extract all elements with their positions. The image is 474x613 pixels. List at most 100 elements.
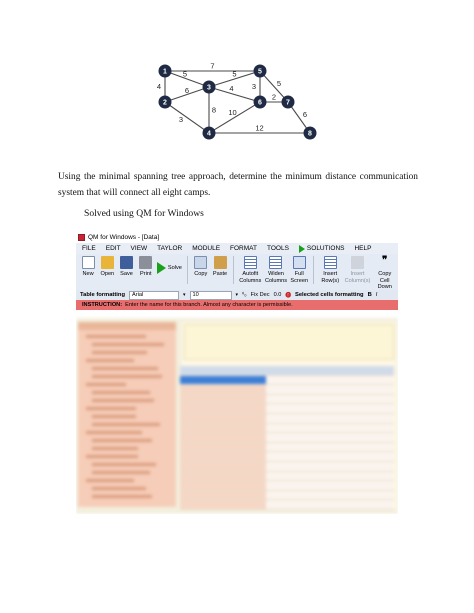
- table-cell[interactable]: [180, 375, 266, 385]
- menu-edit[interactable]: EDIT: [106, 245, 121, 252]
- widen-columns-button[interactable]: Widen Columns: [265, 256, 288, 284]
- tree-item[interactable]: [86, 455, 138, 458]
- table-cell[interactable]: [350, 423, 394, 433]
- table-cell[interactable]: [308, 394, 350, 404]
- table-cell[interactable]: [350, 471, 394, 481]
- table-cell[interactable]: [180, 366, 266, 375]
- table-cell[interactable]: [180, 471, 266, 481]
- table-row[interactable]: [180, 471, 394, 482]
- table-cell[interactable]: [266, 404, 308, 413]
- menu-module[interactable]: MODULE: [192, 245, 220, 252]
- table-cell[interactable]: [308, 481, 350, 490]
- table-cell[interactable]: [266, 375, 308, 385]
- table-cell[interactable]: [266, 385, 308, 394]
- table-row[interactable]: [180, 385, 394, 395]
- table-cell[interactable]: [308, 413, 350, 423]
- table-cell[interactable]: [308, 461, 350, 471]
- italic-button[interactable]: I: [376, 292, 378, 298]
- table-cell[interactable]: [308, 433, 350, 442]
- table-cell[interactable]: [180, 413, 266, 423]
- tree-item[interactable]: [92, 415, 136, 418]
- copy-cell-down-button[interactable]: ❞ Copy Cell Down: [373, 256, 396, 291]
- table-cell[interactable]: [180, 461, 266, 471]
- table-cell[interactable]: [308, 366, 350, 375]
- new-button[interactable]: New: [80, 256, 96, 278]
- table-cell[interactable]: [266, 452, 308, 461]
- table-cell[interactable]: [308, 500, 350, 509]
- table-row[interactable]: [180, 461, 394, 472]
- table-row[interactable]: [180, 442, 394, 453]
- table-cell[interactable]: [180, 404, 266, 413]
- font-size-select[interactable]: 10: [189, 290, 232, 300]
- table-cell[interactable]: [350, 500, 394, 509]
- menu-file[interactable]: FILE: [82, 245, 96, 252]
- tree-item[interactable]: [92, 487, 146, 490]
- table-cell[interactable]: [350, 490, 394, 500]
- insert-columns-button[interactable]: Insert Column(s): [345, 256, 370, 284]
- tree-item[interactable]: [92, 375, 162, 378]
- table-cell[interactable]: [308, 471, 350, 481]
- table-cell[interactable]: [350, 385, 394, 394]
- tree-item[interactable]: [86, 431, 142, 434]
- table-cell[interactable]: [266, 500, 308, 509]
- table-row[interactable]: [180, 423, 394, 434]
- tree-item[interactable]: [86, 479, 134, 482]
- table-cell[interactable]: [266, 471, 308, 481]
- table-cell[interactable]: [266, 490, 308, 500]
- table-cell[interactable]: [266, 366, 308, 375]
- table-cell[interactable]: [266, 481, 308, 490]
- table-cell[interactable]: [266, 413, 308, 423]
- table-cell[interactable]: [350, 366, 394, 375]
- tree-item[interactable]: [92, 439, 152, 442]
- table-cell[interactable]: [308, 375, 350, 385]
- bold-button[interactable]: B: [368, 292, 372, 298]
- table-cell[interactable]: [180, 452, 266, 461]
- font-select[interactable]: Arial: [128, 290, 179, 300]
- tree-item[interactable]: [86, 335, 146, 338]
- table-cell[interactable]: [266, 461, 308, 471]
- table-cell[interactable]: [350, 375, 394, 385]
- table-cell[interactable]: [350, 404, 394, 413]
- full-screen-button[interactable]: Full Screen: [290, 256, 308, 284]
- table-cell[interactable]: [180, 433, 266, 442]
- copy-button[interactable]: Copy: [193, 256, 209, 278]
- table-cell[interactable]: [266, 394, 308, 404]
- table-cell[interactable]: [350, 481, 394, 490]
- table-cell[interactable]: [266, 423, 308, 433]
- table-cell[interactable]: [308, 452, 350, 461]
- decimal-places-icon[interactable]: ⁰₀: [242, 292, 247, 298]
- solve-button[interactable]: Solve: [156, 262, 182, 274]
- table-row[interactable]: [180, 481, 394, 491]
- insert-rows-button[interactable]: Insert Row(s): [319, 256, 342, 284]
- table-cell[interactable]: [350, 394, 394, 404]
- table-cell[interactable]: [308, 404, 350, 413]
- table-row[interactable]: [180, 500, 394, 510]
- autofit-columns-button[interactable]: Autofit Columns: [239, 256, 262, 284]
- open-button[interactable]: Open: [99, 256, 115, 278]
- save-button[interactable]: Save: [118, 256, 134, 278]
- menu-view[interactable]: VIEW: [131, 245, 148, 252]
- menu-taylor[interactable]: TAYLOR: [157, 245, 182, 252]
- table-cell[interactable]: [308, 442, 350, 452]
- table-cell[interactable]: [180, 500, 266, 509]
- menu-tools[interactable]: TOOLS: [267, 245, 289, 252]
- tree-item[interactable]: [92, 423, 160, 426]
- table-row[interactable]: [180, 452, 394, 462]
- menu-format[interactable]: FORMAT: [230, 245, 257, 252]
- table-cell[interactable]: [350, 442, 394, 452]
- table-cell[interactable]: [266, 442, 308, 452]
- menu-solutions[interactable]: SOLUTIONS: [298, 244, 344, 253]
- paste-button[interactable]: Paste: [212, 256, 228, 278]
- table-row[interactable]: [180, 404, 394, 414]
- table-row[interactable]: [180, 490, 394, 501]
- table-cell[interactable]: [308, 385, 350, 394]
- table-cell[interactable]: [180, 481, 266, 490]
- print-button[interactable]: Print: [138, 256, 154, 278]
- tree-item[interactable]: [92, 463, 156, 466]
- tree-item[interactable]: [92, 495, 152, 498]
- table-cell[interactable]: [350, 413, 394, 423]
- table-cell[interactable]: [350, 452, 394, 461]
- table-cell[interactable]: [308, 423, 350, 433]
- table-cell[interactable]: [180, 490, 266, 500]
- table-row[interactable]: [180, 433, 394, 443]
